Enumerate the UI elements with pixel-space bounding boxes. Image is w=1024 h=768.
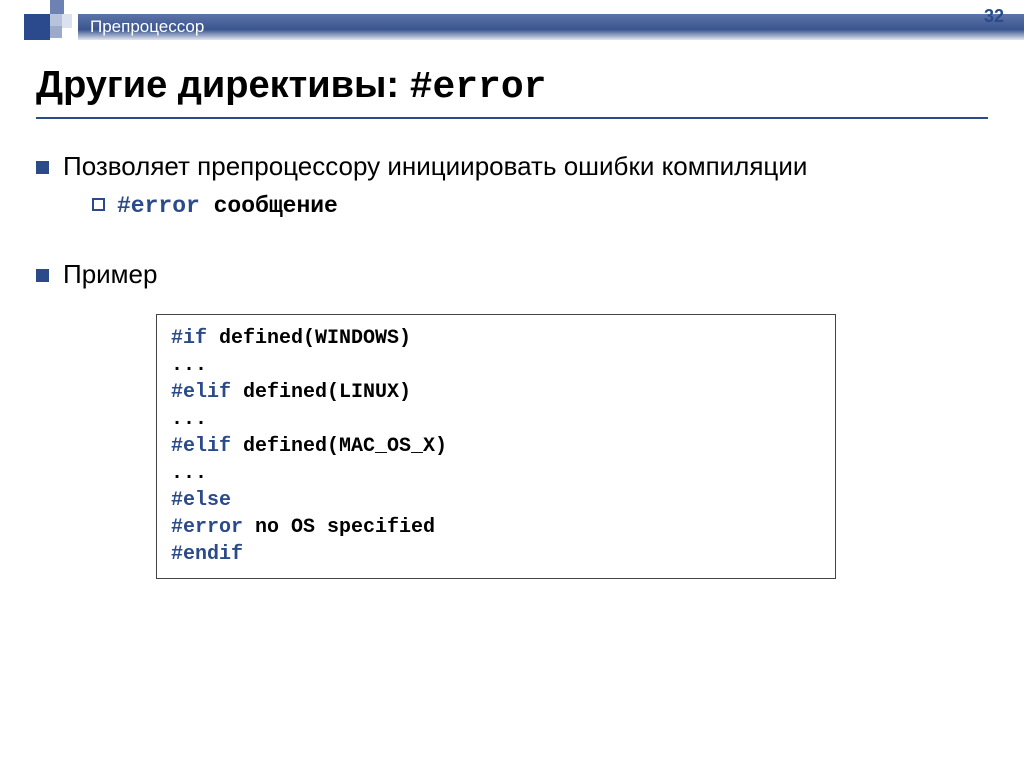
- bullet-1: Позволяет препроцессору инициировать оши…: [36, 151, 988, 182]
- slide-header: Препроцессор 32: [0, 0, 1024, 40]
- code-line: ...: [171, 352, 821, 379]
- sub-rest: сообщение: [200, 193, 338, 219]
- bullet-1-text: Позволяет препроцессору инициировать оши…: [63, 151, 807, 182]
- slide-content: Другие директивы: #error Позволяет препр…: [0, 40, 1024, 579]
- code-line: #elif defined(MAC_OS_X): [171, 433, 821, 460]
- code-line: ...: [171, 406, 821, 433]
- bullet-2: Пример: [36, 259, 988, 290]
- code-line: #error no OS specified: [171, 514, 821, 541]
- code-line: #elif defined(LINUX): [171, 379, 821, 406]
- title-text: Другие директивы:: [36, 64, 410, 106]
- sub-code: #error: [117, 193, 200, 219]
- section-label: Препроцессор: [90, 17, 204, 37]
- bullet-icon: [36, 269, 49, 282]
- title-code: #error: [410, 66, 547, 109]
- page-number: 32: [984, 6, 1004, 27]
- slide-title: Другие директивы: #error: [36, 64, 988, 119]
- sub-bullet-icon: [92, 198, 105, 211]
- bullet-2-text: Пример: [63, 259, 157, 290]
- bullet-icon: [36, 161, 49, 174]
- bullet-1-sub: #error сообщение: [92, 192, 988, 219]
- logo-icon: [24, 0, 72, 40]
- code-line: #if defined(WINDOWS): [171, 325, 821, 352]
- code-example: #if defined(WINDOWS) ... #elif defined(L…: [156, 314, 836, 579]
- bullet-1-sub-text: #error сообщение: [117, 192, 338, 219]
- header-bar: Препроцессор: [78, 14, 1024, 40]
- code-line: #else: [171, 487, 821, 514]
- code-line: #endif: [171, 541, 821, 568]
- code-line: ...: [171, 460, 821, 487]
